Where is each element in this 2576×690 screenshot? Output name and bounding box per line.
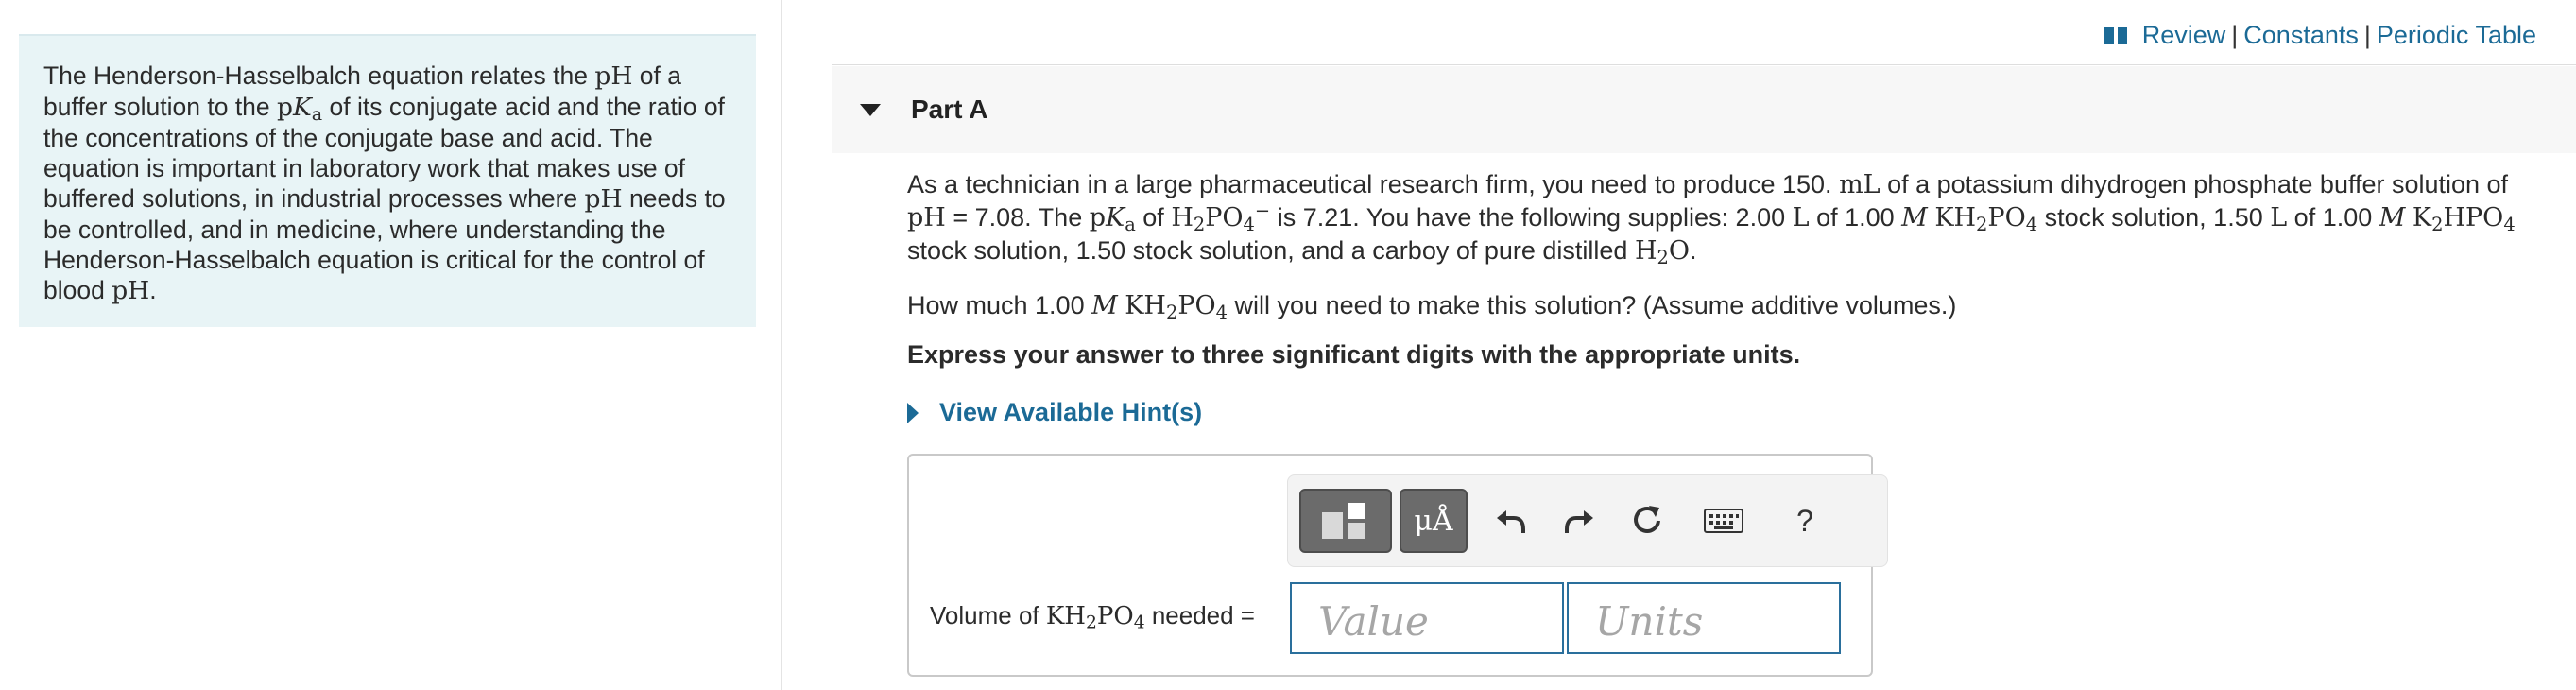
part-title: Part A: [911, 95, 988, 124]
q-text: is 7.21. You have the following supplies…: [1270, 203, 1793, 232]
keyboard-icon: [1704, 509, 1743, 533]
units-input[interactable]: [1567, 582, 1841, 654]
q-text: of 1.00: [1809, 203, 1902, 232]
f-part: KH: [1125, 291, 1166, 320]
undo-icon: [1497, 510, 1525, 533]
value-input[interactable]: [1290, 582, 1564, 654]
panel-divider: [781, 0, 782, 690]
unit-l: L: [2270, 203, 2288, 233]
ph-symbol: pH: [112, 276, 150, 305]
q-text: stock solution, 1.50: [907, 236, 1133, 265]
help-button[interactable]: ?: [1779, 489, 1830, 553]
pka-p: p: [1089, 203, 1107, 233]
intro-text: .: [149, 276, 157, 304]
q-text: = 7.08. The: [945, 203, 1090, 232]
pka-sub: a: [311, 103, 323, 125]
formula-kh2po4: KH2PO4: [1934, 203, 2037, 233]
f-part: PO: [1096, 602, 1134, 630]
link-separator: |: [2231, 21, 2239, 49]
f-sub: 4: [1133, 612, 1145, 633]
redo-button[interactable]: [1553, 489, 1606, 553]
unit-molar: M: [2379, 203, 2406, 233]
f-sub: 2: [1165, 301, 1178, 323]
f-sub: 2: [1085, 612, 1097, 633]
q-text: stock solution, and a carboy of pure dis…: [1132, 236, 1635, 265]
keyboard-button[interactable]: [1694, 489, 1753, 553]
collapse-caret-icon[interactable]: [860, 103, 881, 116]
question-text: As a technician in a large pharmaceutica…: [907, 168, 2533, 267]
q-text: of 1.00: [2287, 203, 2379, 232]
pka-sub: a: [1125, 213, 1136, 235]
f-part: H: [1634, 236, 1657, 266]
q-text: of: [1135, 203, 1172, 232]
f-sub: 4: [1215, 301, 1228, 323]
f-sub: 4: [2025, 213, 2038, 235]
answer-instruction: Express your answer to three significant…: [907, 340, 1801, 369]
unit-l: L: [1792, 203, 1810, 233]
q-text: of a potassium dihydrogen phosphate buff…: [1880, 170, 2509, 198]
unit-molar: M: [1901, 203, 1928, 233]
f-part: H: [1171, 203, 1194, 233]
f-sub: 2: [1976, 213, 1988, 235]
f-sub: 2: [2431, 213, 2444, 235]
units-symbols-button[interactable]: μÅ: [1400, 489, 1468, 553]
f-sub: 2: [1657, 246, 1669, 268]
f-part: PO: [1205, 203, 1244, 233]
reset-button[interactable]: [1621, 489, 1674, 553]
formula-h2po4: H2PO4−: [1171, 201, 1270, 235]
label-text: needed =: [1144, 601, 1255, 630]
q-text: .: [1690, 236, 1697, 265]
q-text: will you need to make this solution? (As…: [1228, 291, 1957, 319]
undo-button[interactable]: [1485, 489, 1537, 553]
f-sub: 4: [2503, 213, 2516, 235]
f-part: PO: [1177, 291, 1216, 320]
formula-kh2po4: KH2PO4: [1125, 291, 1228, 323]
view-hints-toggle[interactable]: View Available Hint(s): [907, 398, 1202, 427]
f-charge: −: [1254, 199, 1271, 222]
f-sub: 2: [1193, 213, 1206, 235]
answer-label: Volume of KH2PO4 needed =: [930, 601, 1255, 633]
templates-button[interactable]: [1299, 489, 1392, 553]
label-text: Volume of: [930, 601, 1046, 630]
formula-k2hpo4: K2HPO4: [2413, 203, 2516, 233]
ph-symbol: pH: [907, 203, 946, 233]
formula-h2o: H2O: [1634, 236, 1691, 268]
expand-triangle-icon: [907, 402, 919, 423]
redo-icon: [1565, 510, 1593, 533]
intro-text: The Henderson-Hasselbalch equation relat…: [43, 61, 595, 90]
hints-label: View Available Hint(s): [939, 398, 1203, 426]
part-header[interactable]: Part A: [832, 66, 2576, 153]
unit-molar: M: [1091, 291, 1118, 320]
q-text: How much 1.00: [907, 291, 1092, 319]
templates-icon: [1322, 503, 1365, 539]
constants-link[interactable]: Constants: [2243, 21, 2359, 50]
review-link[interactable]: Review: [2142, 21, 2226, 50]
periodic-table-link[interactable]: Periodic Table: [2377, 21, 2536, 50]
f-part: O: [1668, 236, 1691, 266]
ph-symbol: pH: [594, 61, 633, 91]
formula-kh2po4: KH2PO4: [1045, 602, 1145, 633]
pka-k: K: [1106, 203, 1125, 233]
f-part: KH: [1934, 203, 1977, 233]
question-prompt: How much 1.00 M KH2PO4 will you need to …: [907, 291, 1957, 323]
header-rule: [832, 64, 2576, 65]
q-text: As a technician in a large pharmaceutica…: [907, 170, 1840, 198]
math-toolbar: μÅ ?: [1287, 474, 1888, 567]
top-links: Review | Constants | Periodic Table: [2104, 21, 2536, 50]
f-sub: 4: [1243, 213, 1255, 235]
link-separator: |: [2363, 21, 2371, 49]
q-text: stock solution, 1.50: [2037, 203, 2271, 232]
pka-p: p: [277, 93, 293, 122]
pka-k: K: [292, 93, 312, 122]
reset-icon: [1634, 506, 1660, 533]
intro-panel: The Henderson-Hasselbalch equation relat…: [19, 34, 756, 327]
unit-ml: mL: [1839, 170, 1880, 199]
f-part: HPO: [2443, 203, 2504, 233]
f-part: K: [2412, 203, 2432, 233]
ph-symbol: pH: [584, 184, 623, 214]
book-icon: [2104, 26, 2127, 44]
f-part: PO: [1987, 203, 2026, 233]
f-part: KH: [1045, 602, 1086, 630]
